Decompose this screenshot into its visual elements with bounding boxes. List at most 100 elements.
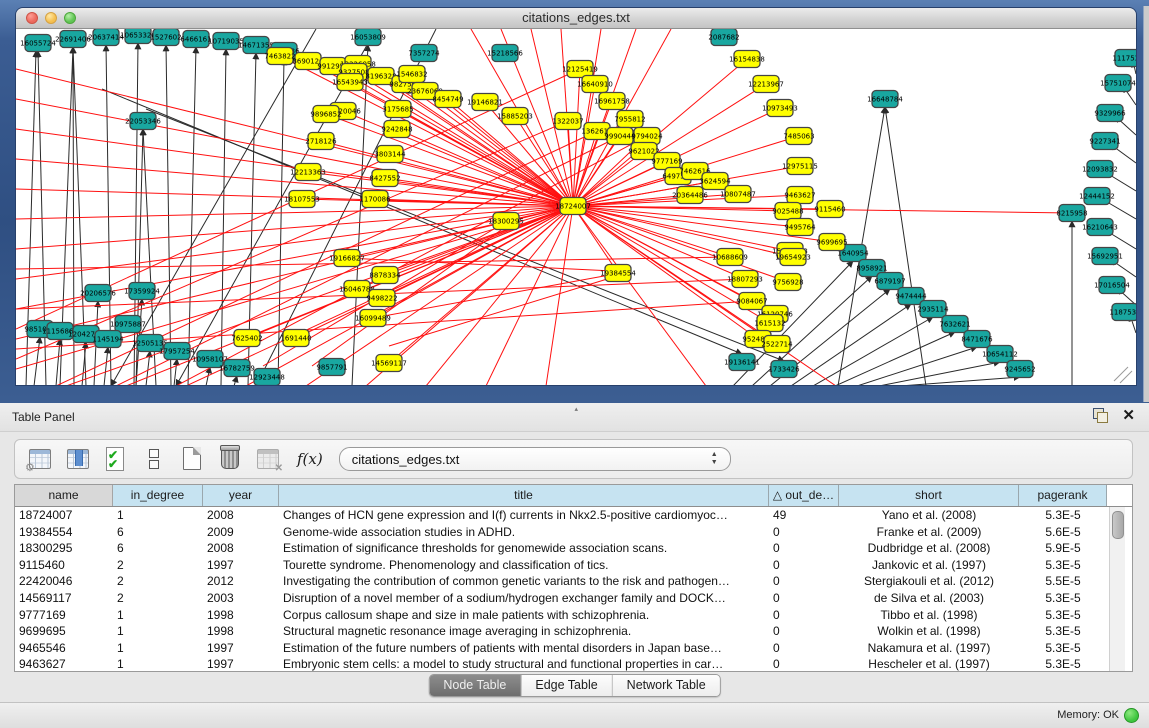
table-cell: Yano et al. (2008) [839, 507, 1019, 524]
column-header-short[interactable]: short [839, 485, 1019, 506]
column-header-year[interactable]: year [203, 485, 279, 506]
scrollbar-thumb[interactable] [1112, 511, 1124, 539]
select-checks-icon[interactable]: ✔✔ [103, 446, 129, 472]
graph-node-label: 2087682 [708, 34, 739, 42]
graph-node-label: 9794024 [631, 133, 663, 141]
row-cells-icon[interactable] [141, 446, 167, 472]
table-row[interactable]: 946554611997Estimation of the future num… [15, 640, 1132, 657]
graph-node-label: 17016504 [1094, 282, 1130, 290]
graph-node-label: 16210643 [1082, 224, 1118, 232]
graph-node-label: 12975115 [782, 163, 818, 171]
delete-table-icon[interactable] [217, 446, 243, 472]
graph-node-label: 18724007 [555, 203, 591, 211]
column-header-title[interactable]: title [279, 485, 769, 506]
table-row[interactable]: 1456911722003Disruption of a novel membe… [15, 590, 1132, 607]
table-row[interactable]: 977716911998Corpus callosum shape and si… [15, 607, 1132, 624]
close-panel-icon[interactable]: ✕ [1122, 408, 1135, 423]
graph-node-label: 9245652 [1004, 366, 1035, 374]
table-cell: Franke et al. (2009) [839, 524, 1019, 541]
table-cell: 5.3E-5 [1019, 640, 1107, 657]
table-header-row[interactable]: namein_degreeyeartitle△ out_de…shortpage… [15, 485, 1132, 507]
table-cell: 2008 [203, 540, 279, 557]
table-cell: Hescheler et al. (1997) [839, 656, 1019, 672]
table-cell: Disruption of a novel member of a sodium… [279, 590, 769, 607]
table-row[interactable]: 911546021997Tourette syndrome. Phenomeno… [15, 557, 1132, 574]
citation-network-graph[interactable]: 1872400718300295193845541605572422691406… [16, 29, 1136, 385]
new-table-icon[interactable] [179, 446, 205, 472]
table-panel-header: ▴ Table Panel ✕ [0, 403, 1149, 432]
column-header-in_degree[interactable]: in_degree [113, 485, 203, 506]
tab-edge-table[interactable]: Edge Table [521, 675, 612, 696]
table-row[interactable]: 1830029562008Estimation of significance … [15, 540, 1132, 557]
table-cell: 1 [113, 607, 203, 624]
column-header-out_de[interactable]: △ out_de… [769, 485, 839, 506]
graph-node-label: 9498222 [366, 295, 397, 303]
graph-node-label: 16154838 [729, 56, 765, 64]
function-builder-icon[interactable]: f(x) [297, 450, 323, 468]
graph-node-label: 6879197 [874, 278, 905, 286]
graph-node-label: 8215958 [1056, 210, 1087, 218]
table-cell: 0 [769, 557, 839, 574]
table-select-dropdown[interactable]: citations_edges.txt ▲▼ [339, 447, 731, 471]
graph-node-label: 9896852 [310, 111, 341, 119]
graph-node-label: 14569117 [371, 360, 407, 368]
table-cell: 5.3E-5 [1019, 656, 1107, 672]
table-type-tabs[interactable]: Node TableEdge TableNetwork Table [428, 674, 720, 697]
window-titlebar[interactable]: citations_edges.txt [16, 8, 1136, 29]
graph-node-label: 15751074 [1100, 80, 1136, 88]
table-scrollbar[interactable] [1109, 507, 1125, 671]
table-cell: 1 [113, 640, 203, 657]
graph-node-label: 16053809 [350, 34, 386, 42]
tab-network-table[interactable]: Network Table [613, 675, 720, 696]
graph-node-label: 8454749 [432, 96, 463, 104]
table-row[interactable]: 2242004622012Investigating the contribut… [15, 573, 1132, 590]
column-header-name[interactable]: name [15, 485, 113, 506]
tab-node-table[interactable]: Node Table [429, 675, 521, 696]
network-view-window: citations_edges.txt 18724007183002951938… [16, 8, 1136, 385]
table-cell: 5.3E-5 [1019, 623, 1107, 640]
splitter-handle-icon[interactable]: ▴ [575, 405, 579, 413]
table-cell: 5.3E-5 [1019, 590, 1107, 607]
table-cell: 5.3E-5 [1019, 557, 1107, 574]
graph-node-label: 22691406 [55, 36, 91, 44]
graph-node-label: 10975887 [110, 321, 146, 329]
graph-node-label: 7357274 [408, 50, 440, 58]
table-cell: 14569117 [15, 590, 113, 607]
table-row[interactable]: 946362711997Embryonic stem cells: a mode… [15, 656, 1132, 672]
float-panel-icon[interactable] [1093, 408, 1108, 423]
graph-node-label: 7625402 [231, 335, 262, 343]
graph-node-label: 1527602 [150, 34, 181, 42]
table-cell: 5.3E-5 [1019, 607, 1107, 624]
graph-node-label: 19166827 [329, 255, 365, 263]
graph-node-label: 8958921 [856, 265, 887, 273]
graph-node-label: 12444152 [1079, 193, 1115, 201]
table-row[interactable]: 1938455462009Genome-wide association stu… [15, 524, 1132, 541]
table-cell: 2009 [203, 524, 279, 541]
table-body[interactable]: 1872400712008Changes of HCN gene express… [15, 507, 1132, 672]
column-header-pagerank[interactable]: pagerank [1019, 485, 1107, 506]
graph-node-label: 3803144 [374, 151, 406, 159]
memory-ok-indicator-icon [1124, 708, 1139, 723]
table-cell: 0 [769, 540, 839, 557]
table-options-icon[interactable]: ⚙ [27, 446, 53, 472]
graph-node-label: 1546832 [396, 71, 427, 79]
network-graph-canvas[interactable]: 1872400718300295193845541605572422691406… [16, 29, 1136, 385]
node-table[interactable]: namein_degreeyeartitle△ out_de…shortpage… [14, 484, 1133, 672]
table-cell: Genome-wide association studies in ADHD. [279, 524, 769, 541]
table-cell: Tibbo et al. (1998) [839, 607, 1019, 624]
table-row[interactable]: 969969511998Structural magnetic resonanc… [15, 623, 1132, 640]
graph-node-label: 9115460 [814, 206, 845, 214]
table-row[interactable]: 1872400712008Changes of HCN gene express… [15, 507, 1132, 524]
graph-node-label: 18107553 [284, 196, 320, 204]
table-cell: 9463627 [15, 656, 113, 672]
graph-node-label: 9084067 [736, 298, 767, 306]
table-cell: 2008 [203, 507, 279, 524]
table-cell: Nakamura et al. (1997) [839, 640, 1019, 657]
table-cell: Changes of HCN gene expression and I(f) … [279, 507, 769, 524]
table-cell: 2 [113, 590, 203, 607]
graph-node-label: 16961758 [594, 98, 630, 106]
table-cell: Estimation of significance thresholds fo… [279, 540, 769, 557]
show-columns-icon[interactable] [65, 446, 91, 472]
graph-node-label: 15218566 [487, 50, 523, 58]
graph-node-label: 9756928 [772, 279, 803, 287]
